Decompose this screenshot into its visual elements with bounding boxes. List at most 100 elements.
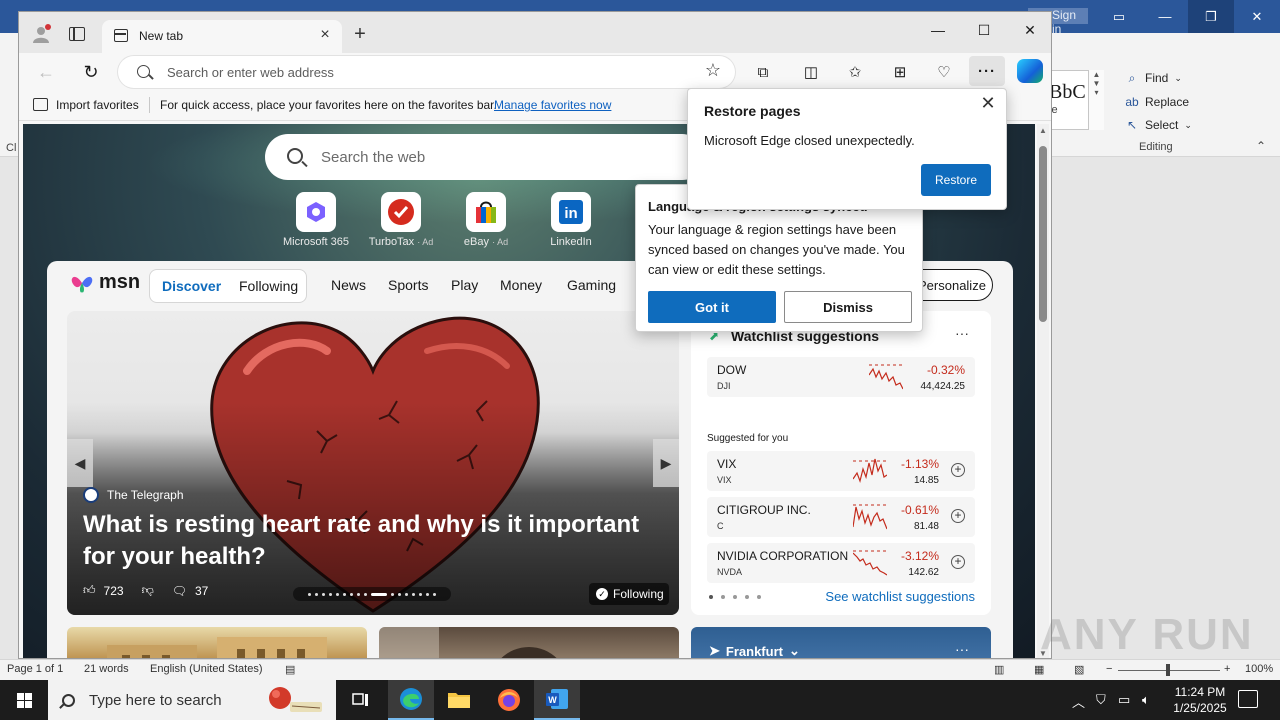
styles-scroll[interactable]: ▲ ▼ ▾ (1088, 70, 1104, 130)
settings-and-more-button[interactable]: ··· (969, 56, 1005, 86)
proofing-icon[interactable]: ▤ (285, 663, 295, 676)
zoom-in-button[interactable]: + (1224, 663, 1230, 675)
close-tab-icon[interactable]: × (316, 26, 334, 44)
print-layout-icon[interactable]: ▦ (1034, 663, 1044, 676)
import-favorites-button[interactable]: Import favorites (56, 98, 139, 112)
tab-actions-icon[interactable] (69, 27, 85, 41)
volume-icon[interactable]: 🔈︎ (1142, 692, 1150, 708)
nav-money[interactable]: Money (500, 277, 542, 293)
web-search-box[interactable]: Search the web (265, 134, 705, 180)
hero-card[interactable]: ◀ ▶ The Telegraph What is resting heart … (67, 311, 679, 615)
taskbar-edge-button[interactable] (388, 680, 434, 720)
select-button[interactable]: ↖ Select ⌄ (1125, 118, 1192, 132)
stock-row[interactable]: CITIGROUP INC. C -0.61% 81.48 + (707, 497, 975, 537)
add-to-watchlist-icon[interactable]: + (951, 463, 965, 477)
zoom-out-button[interactable]: − (1106, 663, 1112, 675)
new-tab-button[interactable]: + (349, 23, 371, 45)
quick-link-turbotax[interactable]: TurboTax · Ad (356, 192, 446, 248)
following-button[interactable]: ✓ Following (589, 583, 669, 605)
hero-headline[interactable]: What is resting heart rate and why is it… (83, 509, 673, 573)
hero-source[interactable]: The Telegraph (83, 487, 184, 503)
got-it-button[interactable]: Got it (648, 291, 776, 323)
weather-card[interactable]: ➤ Frankfurt ⌄ ··· (691, 627, 991, 658)
more-options-icon[interactable]: ··· (955, 325, 969, 341)
weather-location[interactable]: ➤ Frankfurt ⌄ (709, 643, 800, 658)
security-icon[interactable]: ⛉ (1096, 692, 1106, 708)
hero-prev-button[interactable]: ◀ (67, 439, 93, 487)
stock-row[interactable]: VIX VIX -1.13% 14.85 + (707, 451, 975, 491)
add-to-watchlist-icon[interactable]: + (951, 509, 965, 523)
back-button[interactable]: ← (32, 58, 60, 86)
comment-icon[interactable]: 🗨︎ (172, 584, 187, 598)
collections-icon[interactable]: ⊞ (887, 59, 913, 85)
zoom-slider-thumb[interactable] (1166, 664, 1170, 676)
more-options-icon[interactable]: ··· (955, 641, 969, 657)
read-mode-icon[interactable]: ▥ (994, 663, 1004, 676)
nav-play[interactable]: Play (451, 277, 478, 293)
edge-maximize-button[interactable]: ☐ (961, 15, 1007, 45)
word-close-button[interactable]: ✕ (1234, 0, 1280, 33)
carousel-indicator[interactable] (293, 587, 451, 601)
nav-sports[interactable]: Sports (388, 277, 428, 293)
taskbar-firefox-button[interactable] (486, 680, 532, 720)
tab-discover[interactable]: Discover (162, 278, 221, 294)
page-count[interactable]: Page 1 of 1 (7, 663, 63, 675)
dismiss-button[interactable]: Dismiss (784, 291, 912, 323)
like-icon[interactable]: 👍︎ (83, 583, 96, 598)
browser-essentials-icon[interactable]: ♡ (931, 59, 957, 85)
page-scrollbar[interactable]: ▲ ▼ (1037, 124, 1049, 658)
news-card[interactable] (379, 627, 679, 658)
find-button[interactable]: ⌕ Find ⌄ (1125, 71, 1182, 86)
add-to-watchlist-icon[interactable]: + (951, 555, 965, 569)
quick-link-linkedin[interactable]: in LinkedIn (526, 192, 616, 248)
watchlist-pager[interactable] (709, 595, 761, 599)
extensions-icon[interactable]: ⧉ (750, 59, 776, 85)
word-restore-button[interactable]: ❐ (1188, 0, 1234, 33)
copilot-icon[interactable] (1017, 59, 1043, 83)
hero-next-button[interactable]: ▶ (653, 439, 679, 487)
edge-close-button[interactable]: ✕ (1007, 15, 1051, 45)
nav-news[interactable]: News (331, 277, 366, 293)
taskbar-file-explorer-button[interactable] (436, 680, 482, 720)
quick-link-ebay[interactable]: eBay · Ad (441, 192, 531, 248)
start-button[interactable] (0, 680, 48, 720)
taskbar-clock[interactable]: 11:24 PM 1/25/2025 (1160, 684, 1240, 716)
taskbar-search-box[interactable]: Type here to search (48, 680, 336, 720)
address-bar[interactable]: Search or enter web address ☆ (118, 56, 735, 88)
nav-gaming[interactable]: Gaming (567, 277, 616, 293)
word-minimize-button[interactable]: — (1142, 0, 1188, 33)
refresh-button[interactable]: ↻ (77, 58, 105, 86)
replace-button[interactable]: ab Replace (1125, 95, 1189, 109)
quick-link-microsoft-365[interactable]: Microsoft 365 (271, 192, 361, 248)
task-view-button[interactable] (338, 680, 384, 720)
tab-following[interactable]: Following (239, 278, 298, 294)
tab-new-tab[interactable]: New tab × (102, 20, 342, 53)
restore-button[interactable]: Restore (921, 164, 991, 196)
msn-logo[interactable]: msn (69, 271, 140, 294)
svg-text:in: in (564, 205, 577, 222)
taskbar-word-button[interactable]: W (534, 680, 580, 720)
edge-minimize-button[interactable]: — (915, 15, 961, 45)
add-favorite-icon[interactable]: ☆ (705, 60, 721, 81)
show-hidden-icons[interactable]: ︿ (1072, 692, 1085, 711)
stock-row[interactable]: NVIDIA CORPORATION NVDA -3.12% 142.62 + (707, 543, 975, 583)
profile-icon[interactable] (31, 24, 51, 44)
dislike-icon[interactable]: 👎︎ (142, 583, 154, 598)
ribbon-display-options-icon[interactable]: ▭ (1096, 0, 1142, 33)
manage-favorites-link[interactable]: Manage favorites now (494, 98, 611, 112)
see-watchlist-suggestions-link[interactable]: See watchlist suggestions (825, 589, 975, 604)
notification-center-icon[interactable] (1238, 690, 1258, 708)
zoom-level[interactable]: 100% (1245, 663, 1273, 675)
scrollbar-thumb[interactable] (1039, 146, 1047, 322)
favorites-icon[interactable]: ✩ (842, 59, 868, 85)
split-screen-icon[interactable]: ◫ (798, 59, 824, 85)
close-icon[interactable]: ✕ (978, 93, 998, 115)
word-count[interactable]: 21 words (84, 663, 129, 675)
web-layout-icon[interactable]: ▧ (1074, 663, 1084, 676)
scroll-up-icon[interactable]: ▲ (1039, 126, 1047, 135)
news-card[interactable] (67, 627, 367, 658)
language-status[interactable]: English (United States) (150, 663, 263, 675)
collapse-ribbon-icon[interactable]: ⌃ (1256, 139, 1266, 153)
network-icon[interactable]: ▭ (1118, 692, 1130, 708)
stock-row[interactable]: DOW DJI -0.32% 44,424.25 (707, 357, 975, 397)
